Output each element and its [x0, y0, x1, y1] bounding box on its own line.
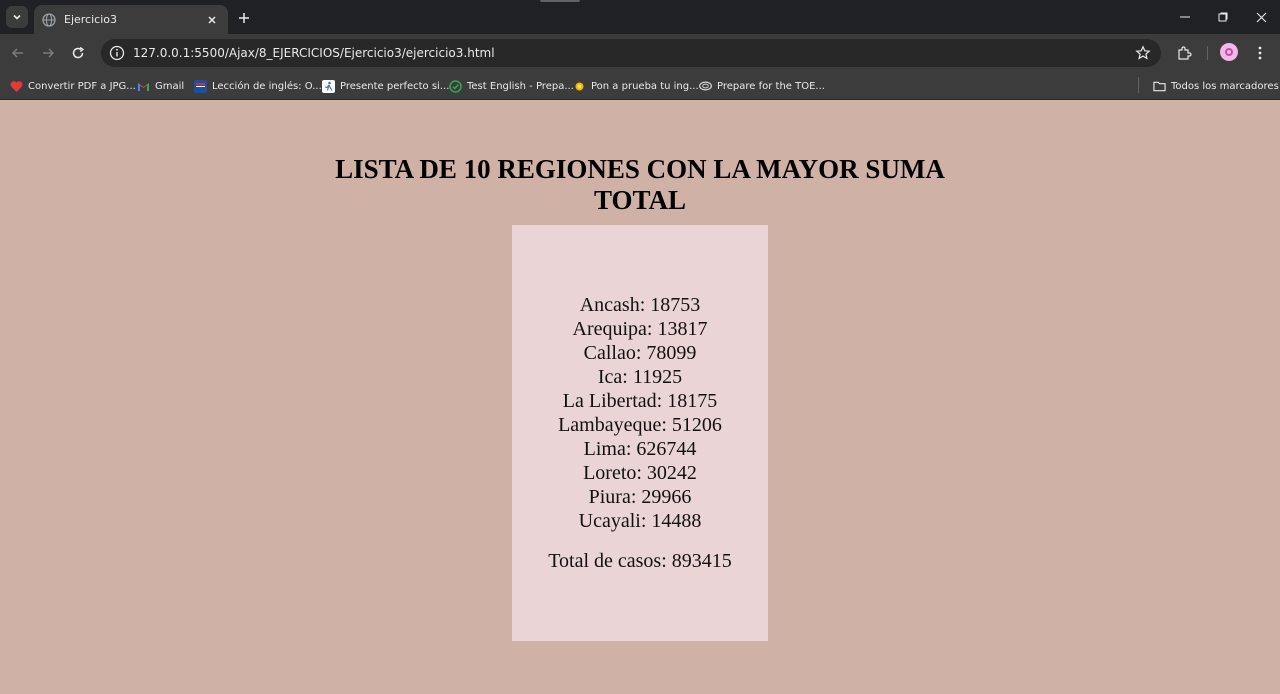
extensions-button[interactable]	[1174, 43, 1194, 63]
minimize-button[interactable]	[1166, 0, 1204, 34]
reload-icon	[72, 46, 85, 59]
close-window-button[interactable]	[1242, 0, 1280, 34]
region-item: Ancash: 18753	[579, 294, 701, 316]
bookmark-item[interactable]: Prepare for the TOE...	[699, 77, 825, 95]
page-title: LISTA DE 10 REGIONES CON LA MAYOR SUMA T…	[335, 154, 945, 215]
bookmark-label: Pon a prueba tu ing...	[591, 80, 699, 92]
bookmark-label: Prepare for the TOE...	[717, 80, 825, 92]
check-circle-icon	[449, 79, 462, 93]
back-button[interactable]	[7, 42, 29, 64]
reload-button[interactable]	[67, 42, 89, 64]
minimize-icon	[1180, 16, 1190, 18]
tab-indicator	[540, 0, 580, 2]
total-cases: Total de casos: 893415	[548, 550, 732, 572]
restore-icon	[1218, 12, 1228, 22]
arrow-left-icon	[11, 48, 23, 58]
flag-icon	[194, 79, 207, 93]
bookmark-label: Test English - Prepa...	[467, 80, 574, 92]
tab-search-button[interactable]	[6, 6, 28, 28]
tab-strip: Ejercicio3	[0, 0, 1280, 34]
results-panel: Ancash: 18753 Arequipa: 13817 Callao: 78…	[512, 225, 768, 641]
active-tab[interactable]: Ejercicio3	[34, 5, 228, 34]
bookmark-item[interactable]: Test English - Prepa...	[449, 77, 574, 95]
bookmark-item[interactable]: Gmail	[137, 77, 184, 95]
puzzle-icon	[1178, 46, 1192, 60]
region-item: Ucayali: 14488	[578, 510, 702, 532]
chevron-down-icon	[13, 14, 21, 20]
bookmark-item[interactable]: Pon a prueba tu ing...	[573, 77, 699, 95]
region-item: Callao: 78099	[583, 342, 697, 364]
ets-icon	[699, 80, 712, 93]
kebab-menu-icon	[1258, 46, 1262, 60]
close-icon	[1256, 12, 1266, 22]
runner-icon	[322, 79, 335, 93]
pdf-heart-icon	[10, 80, 23, 93]
bookmarks-bar: Convertir PDF a JPG... Gmail Lección de …	[0, 72, 1280, 100]
region-list: Ancash: 18753 Arequipa: 13817 Callao: 78…	[512, 293, 768, 533]
all-bookmarks-label: Todos los marcadores	[1171, 80, 1279, 92]
bookmark-label: Presente perfecto si...	[340, 80, 450, 92]
close-tab-icon[interactable]	[204, 12, 220, 28]
url-text: 127.0.0.1:5500/Ajax/8_EJERCICIOS/Ejercic…	[133, 46, 495, 60]
bookmark-label: Lección de inglés: O...	[212, 80, 322, 92]
menu-button[interactable]	[1250, 43, 1270, 63]
avatar-icon	[1225, 48, 1233, 56]
bookmark-label: Convertir PDF a JPG...	[28, 80, 136, 92]
region-item: Ica: 11925	[597, 366, 683, 388]
region-item: La Libertad: 18175	[562, 390, 718, 412]
bookmark-item[interactable]: Convertir PDF a JPG...	[10, 77, 136, 95]
all-bookmarks-folder[interactable]: Todos los marcadores	[1153, 77, 1279, 95]
region-item: Lima: 626744	[583, 438, 697, 460]
region-item: Piura: 29966	[588, 486, 692, 508]
bookmarks-divider	[1138, 77, 1139, 93]
tab-title: Ejercicio3	[64, 13, 117, 26]
gmail-icon	[137, 80, 150, 93]
arrow-right-icon	[43, 48, 55, 58]
folder-icon	[1153, 80, 1166, 93]
page-viewport: LISTA DE 10 REGIONES CON LA MAYOR SUMA T…	[0, 101, 1280, 694]
region-item: Lambayeque: 51206	[558, 414, 722, 436]
toolbar-divider	[1207, 46, 1208, 60]
forward-button[interactable]	[37, 42, 59, 64]
bookmark-item[interactable]: Presente perfecto si...	[322, 77, 449, 95]
restore-button[interactable]	[1204, 0, 1242, 34]
globe-icon	[42, 12, 56, 27]
plus-icon	[239, 13, 249, 23]
profile-avatar[interactable]	[1220, 43, 1238, 61]
address-bar[interactable]: 127.0.0.1:5500/Ajax/8_EJERCICIOS/Ejercic…	[101, 39, 1161, 67]
star-icon[interactable]	[1135, 45, 1151, 61]
bookmark-item[interactable]: Lección de inglés: O...	[194, 77, 322, 95]
new-tab-button[interactable]	[234, 8, 254, 28]
sun-icon	[573, 80, 586, 93]
browser-toolbar: 127.0.0.1:5500/Ajax/8_EJERCICIOS/Ejercic…	[0, 34, 1280, 72]
region-item: Arequipa: 13817	[572, 318, 708, 340]
bookmark-label: Gmail	[155, 80, 185, 92]
region-item: Loreto: 30242	[583, 462, 697, 484]
info-icon[interactable]	[109, 45, 125, 61]
